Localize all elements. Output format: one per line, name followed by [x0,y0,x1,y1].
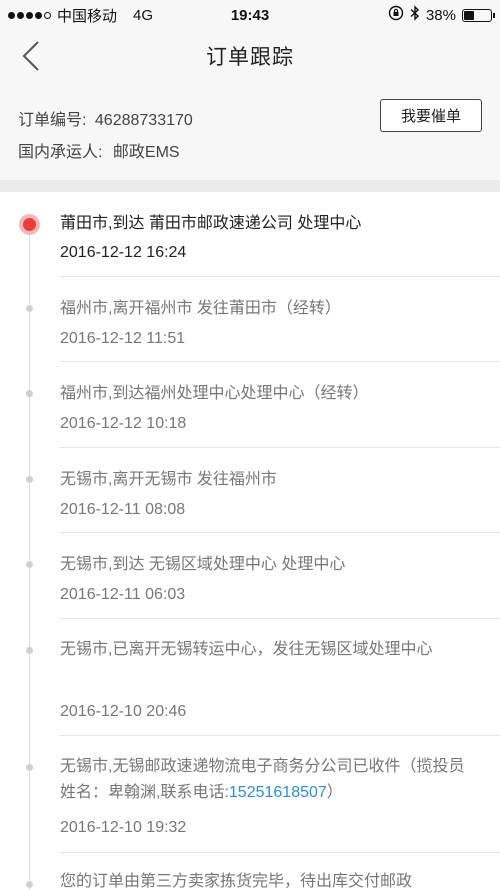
status-bar: 中国移动 4G 19:43 38% [0,0,500,30]
urge-order-button[interactable]: 我要催单 [380,99,482,132]
timeline-separator [60,735,500,736]
timeline-separator [60,532,500,533]
timeline-dot-icon [26,561,33,568]
timeline-dot-icon [26,881,33,888]
timeline-event-text: 您的订单由第三方卖家拣货完毕，待出库交付邮政 [60,873,413,890]
timeline-event-time: 2016-12-10 19:32 [60,819,187,836]
battery-icon [462,8,495,22]
nav-bar: 订单跟踪 [0,30,500,82]
timeline-event-text: 无锡市,离开无锡市 发往福州市 [60,471,277,488]
order-number-row: 订单编号: 46288733170 [18,106,193,130]
timeline-event-text: 福州市,离开福州市 发往莆田市（经转） [60,300,341,317]
tracking-timeline: 莆田市,到达 莆田市邮政速递公司 处理中心 2016-12-12 16:24 福… [0,192,500,890]
carrier-row: 国内承运人: 邮政EMS [18,138,180,162]
timeline-line [29,226,30,890]
bluetooth-icon [410,5,420,25]
current-status-dot-icon [19,214,40,235]
courier-phone-link[interactable]: 15251618507 [229,784,327,801]
rotation-lock-icon [388,5,404,25]
timeline-dot-icon [26,647,33,654]
section-divider [0,180,500,192]
status-right: 38% [388,5,495,25]
timeline-event-text: 福州市,到达福州处理中心处理中心（经转） [60,385,369,402]
timeline-event-text: 无锡市,已离开无锡转运中心，发往无锡区域处理中心 [60,641,433,658]
timeline-separator [60,361,500,362]
carrier-name: 中国移动 [57,7,118,25]
timeline-event-time: 2016-12-11 08:08 [60,501,186,518]
order-number-label: 订单编号: [18,112,87,129]
timeline-dot-icon [26,476,33,483]
timeline-separator [60,852,500,853]
timeline-event-time: 2016-12-12 16:24 [60,244,187,261]
timeline-dot-icon [26,390,33,397]
timeline-event-text: 无锡市,无锡邮政速递物流电子商务分公司已收件（揽投员姓名：卑翰渊,联系电话:15… [60,754,480,806]
timeline-dot-icon [26,305,33,312]
timeline-separator [60,276,500,277]
order-info-panel: 订单编号: 46288733170 国内承运人: 邮政EMS 我要催单 [0,82,500,180]
timeline-event-time: 2016-12-12 11:51 [60,330,186,347]
timeline-event-text: 莆田市,到达 莆田市邮政速递公司 处理中心 [60,215,362,232]
timeline-separator [60,618,500,619]
event-text-part: ） [326,784,343,801]
timeline-event-text: 无锡市,到达 无锡区域处理中心 处理中心 [60,556,346,573]
timeline-event-time: 2016-12-10 20:46 [60,703,187,720]
signal-strength-icon [8,11,51,19]
timeline-dot-icon [26,764,33,771]
order-number-value: 46288733170 [94,112,193,129]
status-left: 中国移动 4G [8,5,153,26]
carrier-value: 邮政EMS [112,144,180,161]
timeline-event-time: 2016-12-11 06:03 [60,586,186,603]
network-type: 4G [133,6,154,24]
page-title: 订单跟踪 [206,46,294,69]
timeline-separator [60,447,500,448]
chevron-left-icon [22,41,39,71]
back-button[interactable] [16,40,46,72]
battery-percent: 38% [425,6,456,24]
carrier-label: 国内承运人: [18,144,103,161]
timeline-event-time: 2016-12-12 10:18 [60,415,187,432]
